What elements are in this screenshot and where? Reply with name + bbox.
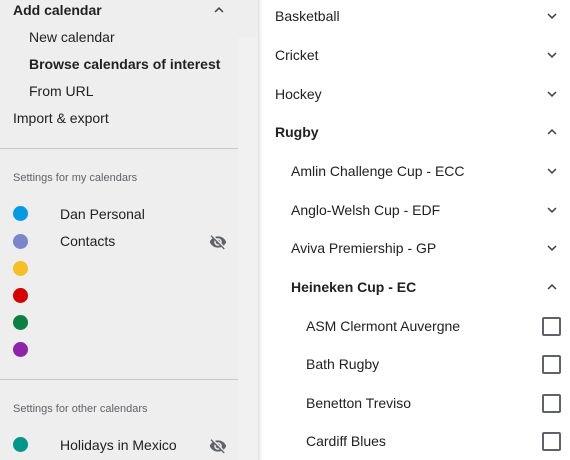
chevron-down-icon[interactable] [543,201,561,219]
sport-label: Hockey [275,85,322,102]
calendar-color-dot [13,437,28,452]
sidebar: Add calendar New calendar Browse calenda… [0,0,258,460]
eye-off-icon[interactable] [209,437,227,455]
browse-calendars-link[interactable]: Browse calendars of interest [29,56,220,72]
calendar-color-dot [13,234,28,249]
calendar-color-dot [13,342,28,357]
team-row[interactable]: Cardiff Blues [262,421,570,460]
team-label: Cardiff Blues [306,432,386,449]
from-url-link[interactable]: From URL [29,83,94,99]
calendar-name: Holidays in Mexico [60,437,177,453]
team-row[interactable]: Benetton Treviso [262,383,570,422]
team-label: Bath Rugby [306,355,380,372]
team-label: Benetton Treviso [306,394,412,411]
calendar-name: Contacts [60,233,116,249]
chevron-down-icon[interactable] [543,85,561,103]
sport-label: Rugby [275,123,319,140]
other-calendars-section-label: Settings for other calendars [13,403,148,415]
sidebar-scrollbar-track[interactable] [238,38,258,460]
browse-calendars-panel: Basketball Cricket Hockey Rugby Amlin Ch… [262,0,570,460]
team-row[interactable]: ASM Clermont Auvergne [262,306,570,345]
chevron-down-icon[interactable] [543,7,561,25]
calendar-color-dot [13,261,28,276]
league-label: Aviva Premiership - GP [291,239,437,256]
calendar-color-dot [13,206,28,221]
sport-row-rugby[interactable]: Rugby [262,112,570,151]
chevron-down-icon[interactable] [543,46,561,64]
league-row[interactable]: Aviva Premiership - GP [262,228,570,267]
divider [0,379,238,380]
chevron-up-icon[interactable] [543,123,561,141]
chevron-down-icon[interactable] [543,239,561,257]
sport-row-basketball[interactable]: Basketball [262,0,570,35]
calendar-color-dot [13,315,28,330]
sport-label: Basketball [275,7,340,24]
league-row[interactable]: Heineken Cup - EC [262,267,570,306]
team-row[interactable]: Bath Rugby [262,344,570,383]
calendar-color-dot [13,288,28,303]
add-calendar-header[interactable]: Add calendar [13,2,102,18]
my-calendars-section-label: Settings for my calendars [13,172,138,184]
team-checkbox[interactable] [542,431,561,451]
team-checkbox[interactable] [542,393,561,413]
chevron-down-icon[interactable] [543,162,561,180]
divider [0,148,238,149]
league-row[interactable]: Amlin Challenge Cup - ECC [262,151,570,190]
new-calendar-link[interactable]: New calendar [29,29,115,45]
league-label: Heineken Cup - EC [291,278,417,295]
eye-off-icon[interactable] [209,233,227,251]
team-label: ASM Clermont Auvergne [306,317,461,334]
import-export-link[interactable]: Import & export [13,110,109,126]
chevron-up-icon[interactable] [210,1,228,19]
league-label: Amlin Challenge Cup - ECC [291,162,465,179]
team-checkbox[interactable] [542,316,561,336]
sport-label: Cricket [275,46,319,63]
sport-row-hockey[interactable]: Hockey [262,74,570,113]
league-row[interactable]: Anglo-Welsh Cup - EDF [262,190,570,229]
sport-row-cricket[interactable]: Cricket [262,35,570,74]
chevron-up-icon[interactable] [543,278,561,296]
calendar-name: Dan Personal [60,206,145,222]
team-checkbox[interactable] [542,354,561,374]
league-label: Anglo-Welsh Cup - EDF [291,201,441,218]
